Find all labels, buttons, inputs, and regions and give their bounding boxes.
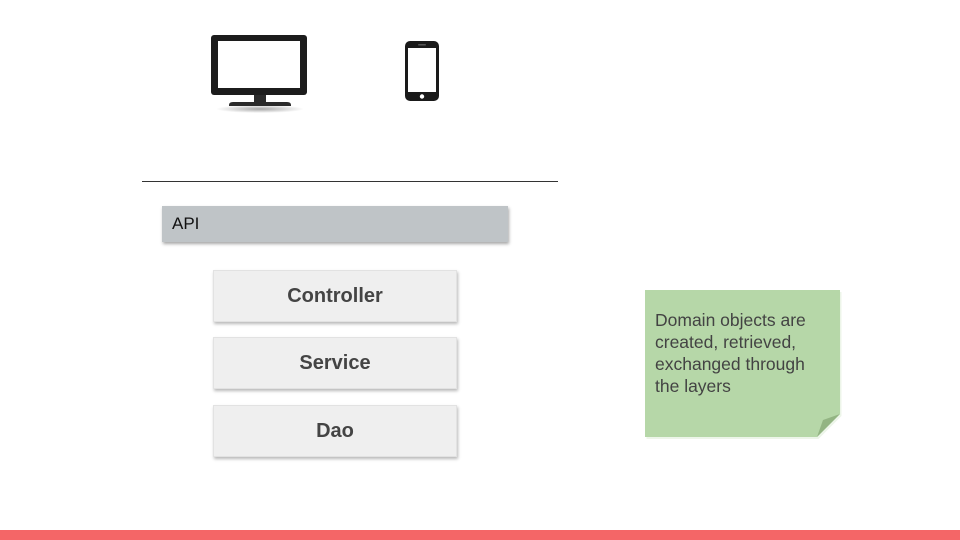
controller-label: Controller <box>287 284 383 307</box>
api-bar: API <box>162 206 508 242</box>
sticky-note: Domain objects are created, retrieved, e… <box>645 290 842 439</box>
monitor-icon <box>208 30 312 116</box>
service-label: Service <box>299 351 371 374</box>
dao-label: Dao <box>316 419 354 442</box>
api-label: API <box>172 214 200 233</box>
controller-layer-box: Controller <box>213 270 457 322</box>
bottom-accent-bar <box>0 530 960 540</box>
phone-icon <box>402 38 442 104</box>
divider-line <box>142 181 558 182</box>
service-layer-box: Service <box>213 337 457 389</box>
dao-layer-box: Dao <box>213 405 457 457</box>
note-text: Domain objects are created, retrieved, e… <box>655 310 806 396</box>
